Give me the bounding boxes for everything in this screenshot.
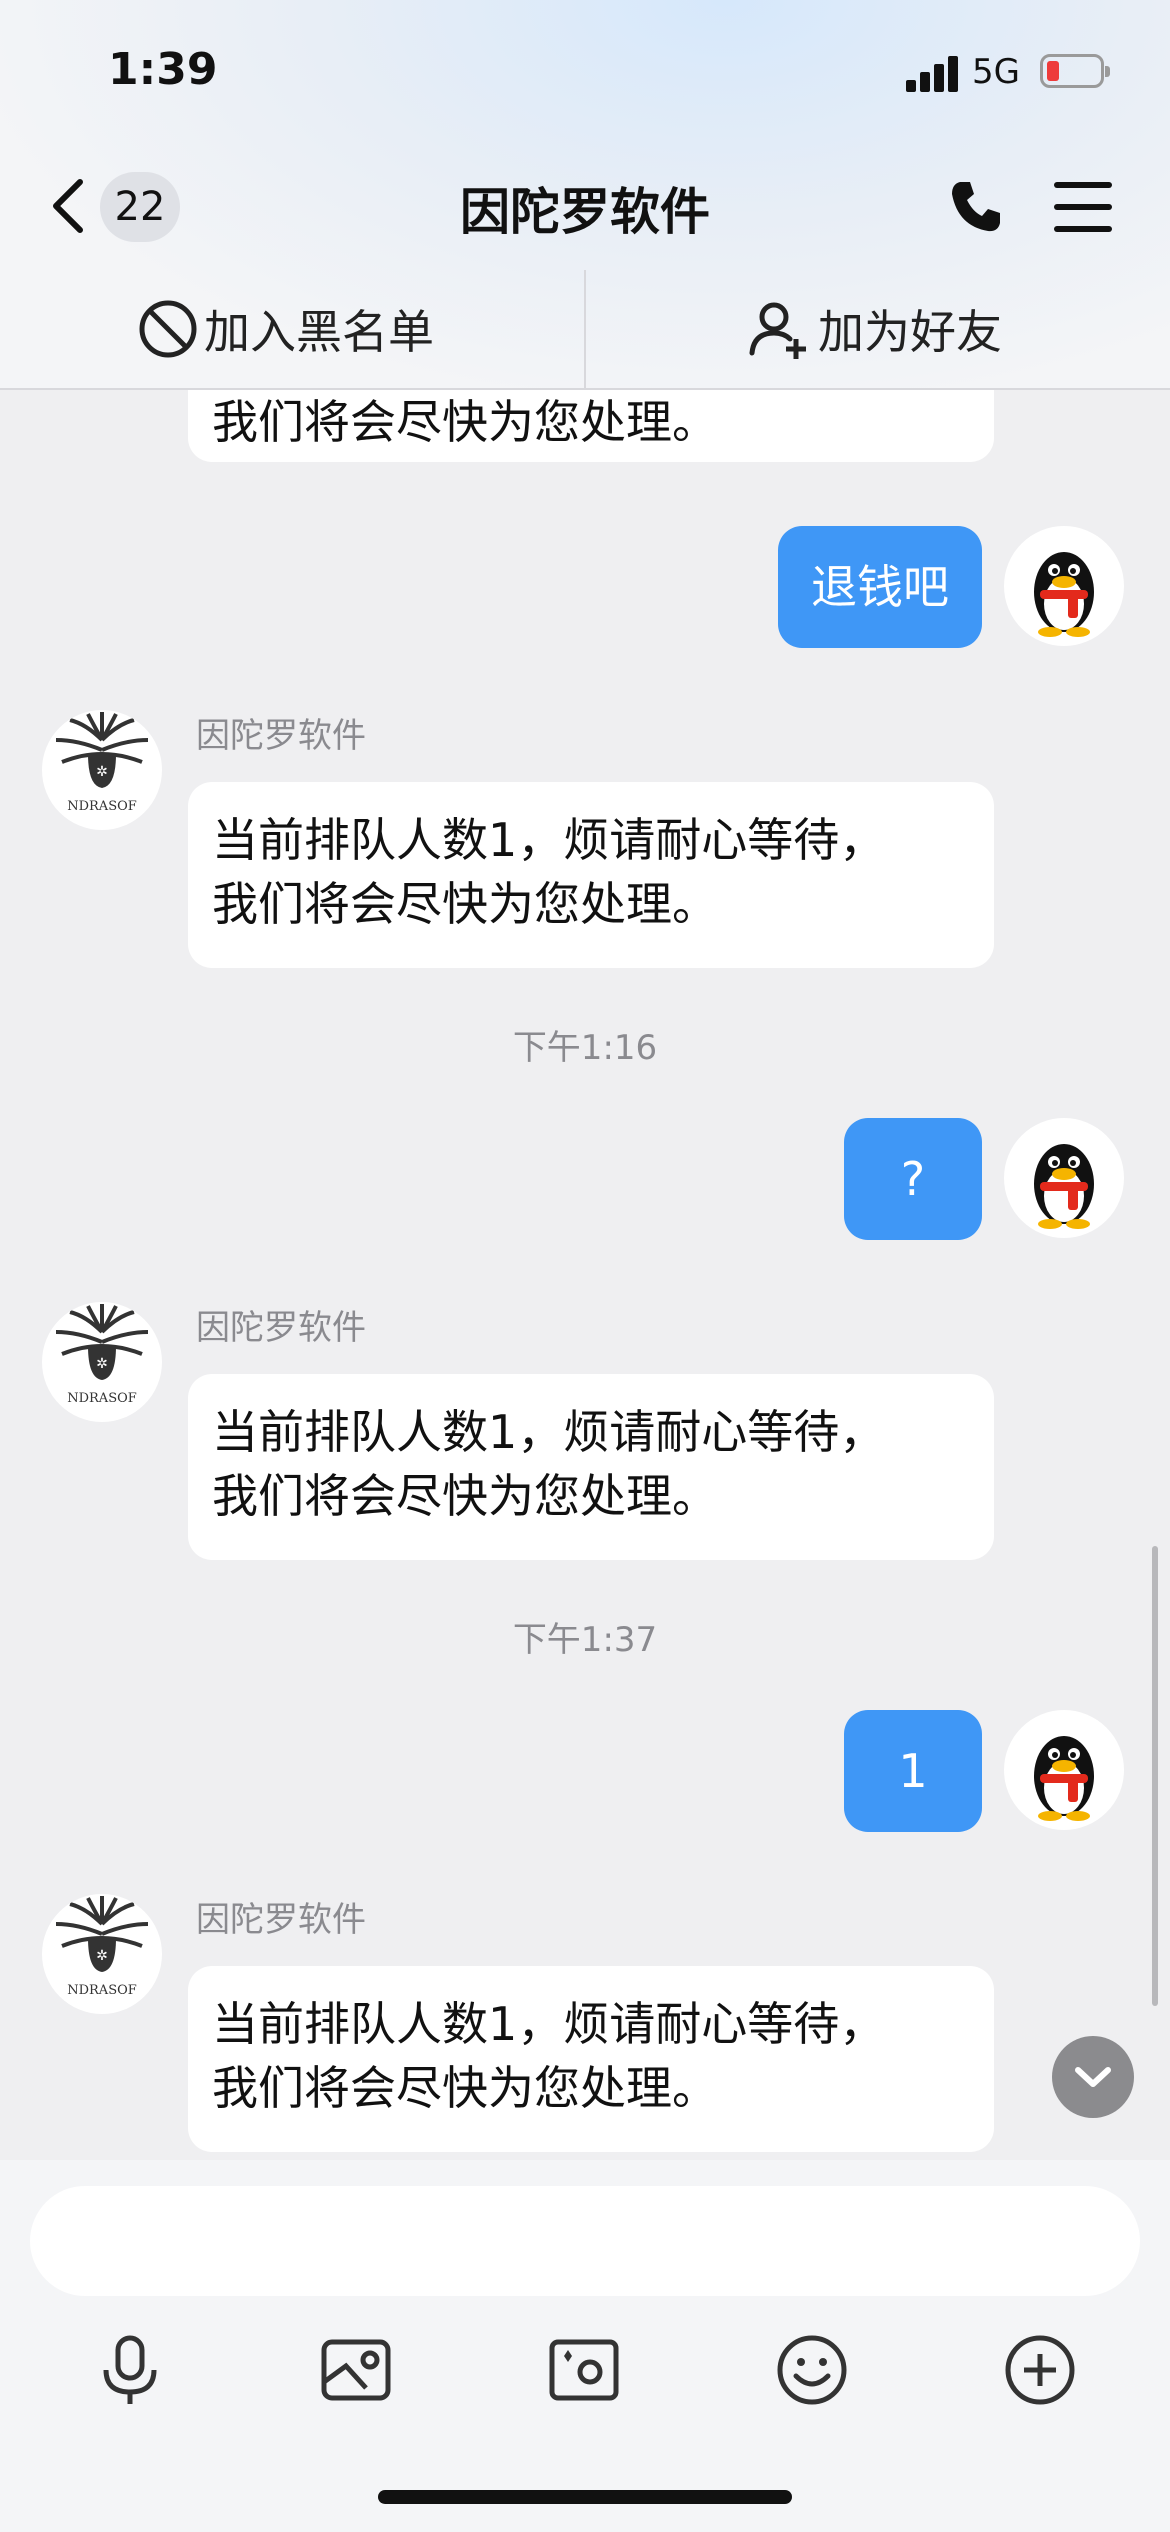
contact-avatar[interactable]: ✲ NDRASOF bbox=[42, 1894, 162, 2014]
incoming-message[interactable]: 当前排队人数1，烦请耐心等待， 我们将会尽快为您处理。 bbox=[188, 782, 994, 968]
outgoing-message[interactable]: 1 bbox=[844, 1710, 982, 1832]
sender-name: 因陀罗软件 bbox=[196, 716, 366, 756]
message-text: 退钱吧 bbox=[811, 560, 949, 614]
block-icon bbox=[139, 300, 197, 358]
sender-name: 因陀罗软件 bbox=[196, 1900, 366, 1940]
composer bbox=[0, 2160, 1170, 2532]
message-text: 我们将会尽快为您处理。 bbox=[212, 2061, 718, 2115]
image-icon[interactable] bbox=[316, 2330, 396, 2410]
user-avatar[interactable] bbox=[1004, 526, 1124, 646]
microphone-icon[interactable] bbox=[90, 2330, 170, 2410]
message-input[interactable] bbox=[30, 2186, 1140, 2296]
incoming-message[interactable]: 当前排队人数1，烦请耐心等待， 我们将会尽快为您处理。 bbox=[188, 1966, 994, 2152]
status-time: 1:39 bbox=[108, 44, 218, 95]
add-friend-button[interactable]: 加为好友 bbox=[748, 270, 1002, 388]
signal-icon bbox=[906, 56, 960, 92]
svg-text:NDRASOF: NDRASOF bbox=[67, 1391, 137, 1406]
penguin-icon bbox=[1034, 552, 1094, 637]
chevron-down-icon bbox=[1075, 2067, 1111, 2087]
penguin-icon bbox=[1034, 1736, 1094, 1821]
home-indicator bbox=[378, 2490, 792, 2504]
timestamp: 下午1:16 bbox=[512, 1028, 658, 1068]
outgoing-message[interactable]: 退钱吧 bbox=[778, 526, 982, 648]
add-friend-label: 加为好友 bbox=[818, 305, 1002, 359]
contact-avatar[interactable]: ✲ NDRASOF bbox=[42, 1302, 162, 1422]
message-text: 当前排队人数1，烦请耐心等待， bbox=[212, 1405, 886, 1459]
penguin-icon bbox=[1034, 1144, 1094, 1229]
top-bar: 1:39 5G 22 因陀罗软件 加入黑名单 加为好友 bbox=[0, 0, 1170, 390]
emoji-icon[interactable] bbox=[772, 2330, 852, 2410]
contact-logo-icon: ✲ NDRASOF bbox=[55, 712, 149, 814]
action-bar: 加入黑名单 加为好友 bbox=[0, 270, 1170, 390]
incoming-message[interactable]: 我们将会尽快为您处理。 bbox=[188, 390, 994, 462]
message-text: 我们将会尽快为您处理。 bbox=[212, 877, 718, 931]
camera-icon[interactable] bbox=[544, 2330, 624, 2410]
scroll-to-bottom-button[interactable] bbox=[1052, 2036, 1134, 2118]
timestamp: 下午1:37 bbox=[512, 1620, 658, 1660]
divider bbox=[584, 270, 586, 388]
battery-icon bbox=[1040, 54, 1110, 88]
svg-text:✲: ✲ bbox=[96, 1356, 108, 1372]
message-text: 1 bbox=[898, 1744, 928, 1798]
message-text: 我们将会尽快为您处理。 bbox=[212, 1469, 718, 1523]
contact-logo-icon: ✲ NDRASOF bbox=[55, 1896, 149, 1998]
sender-name: 因陀罗软件 bbox=[196, 1308, 366, 1348]
message-text: 我们将会尽快为您处理。 bbox=[212, 395, 718, 449]
message-text: ? bbox=[900, 1152, 926, 1206]
scrollbar[interactable] bbox=[1152, 1546, 1158, 2006]
add-friend-icon bbox=[749, 302, 806, 359]
svg-text:✲: ✲ bbox=[96, 1948, 108, 1964]
contact-logo-icon: ✲ NDRASOF bbox=[55, 1304, 149, 1406]
incoming-message[interactable]: 当前排队人数1，烦请耐心等待， 我们将会尽快为您处理。 bbox=[188, 1374, 994, 1560]
message-text: 当前排队人数1，烦请耐心等待， bbox=[212, 1997, 886, 2051]
user-avatar[interactable] bbox=[1004, 1710, 1124, 1830]
svg-text:✲: ✲ bbox=[96, 764, 108, 780]
block-label: 加入黑名单 bbox=[204, 305, 434, 359]
chat-list[interactable]: 我们将会尽快为您处理。 退钱吧 ✲ NDRASOF 因陀罗软件 当前排队人数1，… bbox=[0, 390, 1170, 2160]
menu-icon[interactable] bbox=[1054, 182, 1112, 232]
block-button[interactable]: 加入黑名单 bbox=[138, 270, 434, 388]
message-text: 当前排队人数1，烦请耐心等待， bbox=[212, 813, 886, 867]
contact-avatar[interactable]: ✲ NDRASOF bbox=[42, 710, 162, 830]
svg-text:NDRASOF: NDRASOF bbox=[67, 1983, 137, 1998]
add-icon[interactable] bbox=[1000, 2330, 1080, 2410]
user-avatar[interactable] bbox=[1004, 1118, 1124, 1238]
network-type: 5G bbox=[972, 52, 1020, 92]
svg-text:NDRASOF: NDRASOF bbox=[67, 799, 137, 814]
phone-icon[interactable] bbox=[946, 176, 1006, 236]
outgoing-message[interactable]: ? bbox=[844, 1118, 982, 1240]
